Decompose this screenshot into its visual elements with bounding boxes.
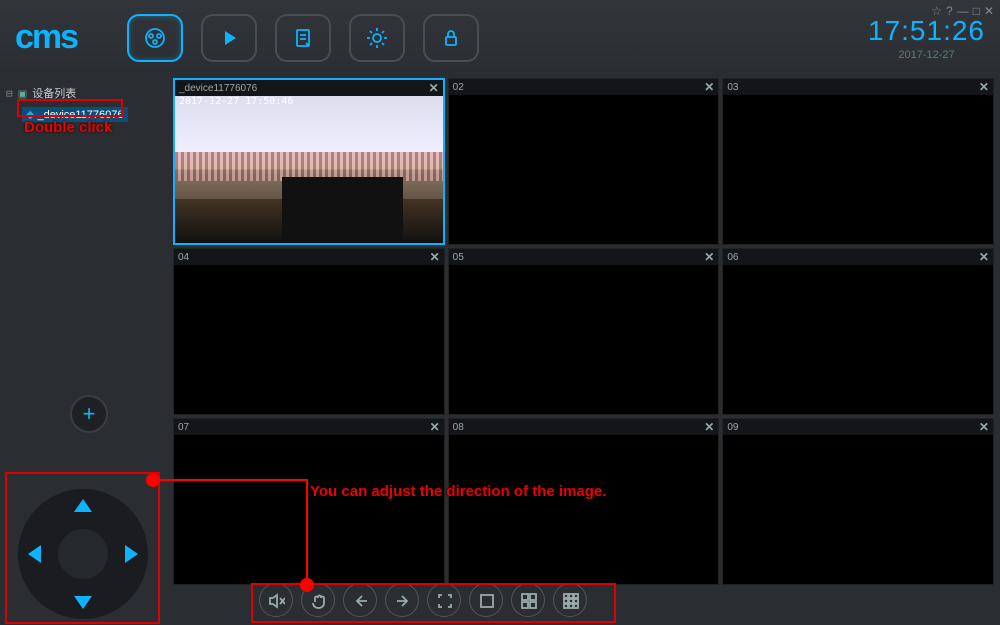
nav-settings-button[interactable] — [349, 14, 405, 62]
notepad-icon — [291, 26, 315, 50]
main-area: ⊟ ▣ 设备列表 ◆_device11776076 + _device11776… — [0, 75, 1000, 625]
nav-buttons — [127, 14, 479, 62]
fullscreen-icon — [435, 591, 453, 609]
cell-header: 05 ✕ — [449, 249, 719, 265]
clock: 17:51:26 2017-12-27 — [868, 15, 985, 61]
cell-title: 08 — [453, 422, 464, 433]
ptz-tool-button[interactable] — [301, 583, 335, 617]
cell-header: 07 ✕ — [174, 419, 444, 435]
cell-header: 03 ✕ — [723, 79, 993, 95]
device-sidebar: ⊟ ▣ 设备列表 ◆_device11776076 + — [0, 75, 170, 625]
cell-header: 08 ✕ — [449, 419, 719, 435]
video-cell[interactable]: 09 ✕ — [722, 418, 994, 585]
cell-close-button[interactable]: ✕ — [979, 250, 989, 264]
video-feed — [175, 96, 443, 243]
hand-icon — [309, 591, 327, 609]
video-cell[interactable]: 05 ✕ — [448, 248, 720, 415]
video-cell[interactable]: 07 ✕ — [173, 418, 445, 585]
window-minimize-button[interactable]: — — [957, 4, 969, 18]
device-status-icon: ◆ — [26, 109, 34, 121]
nav-playback-button[interactable] — [201, 14, 257, 62]
video-grid: _device11776076✕2017-12-27 17:50:4602✕03… — [170, 75, 1000, 625]
window-controls: ☆ ? — □ ✕ — [931, 4, 994, 18]
mute-button[interactable] — [259, 583, 293, 617]
clock-date: 2017-12-27 — [868, 49, 985, 61]
device-label: _device11776076 — [37, 109, 123, 121]
cell-header: 02 ✕ — [449, 79, 719, 95]
nav-log-button[interactable] — [275, 14, 331, 62]
ptz-up-button[interactable] — [74, 499, 92, 512]
ptz-control — [18, 489, 148, 619]
speaker-mute-icon — [267, 591, 285, 609]
video-cell[interactable]: _device11776076 ✕ 2017-12-27 17:50:46 — [173, 78, 445, 245]
video-cell[interactable]: 08 ✕ — [448, 418, 720, 585]
cell-close-button[interactable]: ✕ — [429, 81, 439, 95]
app-logo: cms — [15, 18, 77, 57]
ptz-down-button[interactable] — [74, 596, 92, 609]
clock-time: 17:51:26 — [868, 15, 985, 47]
grid1-icon — [477, 591, 495, 609]
device-tree-root[interactable]: ⊟ ▣ 设备列表 — [4, 81, 166, 105]
cell-title: 09 — [727, 422, 738, 433]
reel-icon — [143, 26, 167, 50]
layout-2x2-button[interactable] — [511, 583, 545, 617]
layout-3x3-button[interactable] — [553, 583, 587, 617]
window-fav-button[interactable]: ☆ — [931, 4, 942, 18]
ptz-right-button[interactable] — [125, 545, 138, 563]
next-page-button[interactable] — [385, 583, 419, 617]
cell-header: _device11776076 ✕ — [175, 80, 443, 96]
layout-1x1-button[interactable] — [469, 583, 503, 617]
cell-close-button[interactable]: ✕ — [704, 250, 714, 264]
page-prev-icon — [351, 591, 369, 609]
fullscreen-button[interactable] — [427, 583, 461, 617]
gear-icon — [365, 26, 389, 50]
nav-live-button[interactable] — [127, 14, 183, 62]
cell-header: 09 ✕ — [723, 419, 993, 435]
ptz-center-button[interactable] — [58, 529, 108, 579]
window-close-button[interactable]: ✕ — [984, 4, 994, 18]
cell-close-button[interactable]: ✕ — [430, 250, 440, 264]
top-bar: cms 17:51:26 2017-12-27 ☆ ? — □ ✕ — [0, 0, 1000, 75]
video-timestamp-overlay: 2017-12-27 17:50:46 — [179, 96, 293, 107]
cell-title: 03 — [727, 82, 738, 93]
play-icon — [217, 26, 241, 50]
cell-close-button[interactable]: ✕ — [704, 80, 714, 94]
cell-title: 06 — [727, 252, 738, 263]
window-help-button[interactable]: ? — [946, 4, 953, 18]
tree-expander-icon[interactable]: ⊟ — [6, 87, 13, 100]
bottom-toolbar — [255, 579, 591, 621]
ptz-left-button[interactable] — [28, 545, 41, 563]
ptz-disc — [18, 489, 148, 619]
page-next-icon — [393, 591, 411, 609]
tree-root-label: 设备列表 — [32, 88, 76, 100]
video-cell[interactable]: 03 ✕ — [722, 78, 994, 245]
cell-title: 02 — [453, 82, 464, 93]
device-tree-item[interactable]: ◆_device11776076 — [22, 107, 128, 122]
window-maximize-button[interactable]: □ — [973, 4, 980, 18]
cell-close-button[interactable]: ✕ — [979, 420, 989, 434]
folder-icon: ▣ — [18, 89, 27, 100]
add-device-button[interactable]: + — [70, 395, 108, 433]
cell-title: _device11776076 — [179, 83, 257, 94]
cell-title: 05 — [453, 252, 464, 263]
nav-lock-button[interactable] — [423, 14, 479, 62]
cell-title: 07 — [178, 422, 189, 433]
video-cell[interactable]: 02 ✕ — [448, 78, 720, 245]
video-cell[interactable]: 04 ✕ — [173, 248, 445, 415]
grid4-icon — [519, 591, 537, 609]
cell-close-button[interactable]: ✕ — [430, 420, 440, 434]
grid9-icon — [561, 591, 579, 609]
prev-page-button[interactable] — [343, 583, 377, 617]
lock-icon — [439, 26, 463, 50]
cell-header: 06 ✕ — [723, 249, 993, 265]
video-cell[interactable]: 06 ✕ — [722, 248, 994, 415]
cell-close-button[interactable]: ✕ — [979, 80, 989, 94]
cell-header: 04 ✕ — [174, 249, 444, 265]
cell-close-button[interactable]: ✕ — [704, 420, 714, 434]
cell-title: 04 — [178, 252, 189, 263]
